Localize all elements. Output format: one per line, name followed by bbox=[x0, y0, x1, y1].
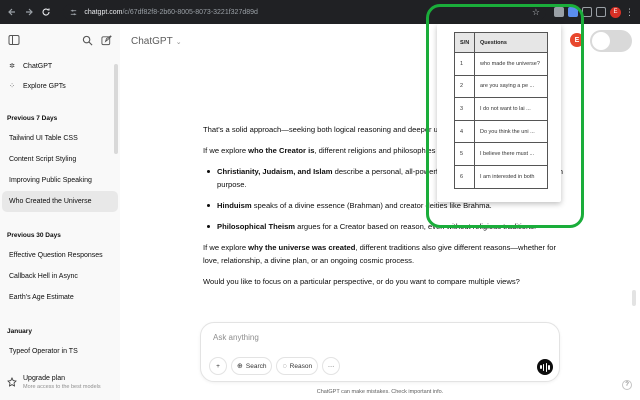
composer[interactable]: Ask anything + ⊕ Search ◌ Reason ··· bbox=[200, 322, 560, 382]
history-item[interactable]: Callback Hell in Async bbox=[2, 266, 118, 287]
search-icon[interactable] bbox=[82, 35, 93, 46]
sidebar-item-chatgpt[interactable]: ✲ ChatGPT bbox=[0, 56, 120, 76]
upgrade-title: Upgrade plan bbox=[23, 375, 66, 382]
chatgpt-logo-icon: ✲ bbox=[9, 63, 15, 70]
history-item[interactable]: Typeof Operator in TS bbox=[2, 341, 118, 362]
reason-button[interactable]: ◌ Reason bbox=[276, 357, 319, 375]
history-item-selected[interactable]: Who Created the Universe bbox=[2, 191, 118, 212]
site-info-icon[interactable] bbox=[69, 8, 78, 17]
sidebar-toggle-icon[interactable] bbox=[8, 34, 20, 46]
browser-menu-icon[interactable]: ⋮ bbox=[625, 7, 634, 18]
chevron-down-icon: ⌄ bbox=[175, 38, 182, 46]
section-title: Previous 30 Days bbox=[7, 231, 61, 239]
sidebar-item-label: ChatGPT bbox=[23, 62, 53, 70]
upgrade-plan-button[interactable]: Upgrade plan More access to the best mod… bbox=[0, 371, 120, 392]
history-item[interactable]: Improving Public Speaking bbox=[2, 170, 118, 191]
message-paragraph: Would you like to focus on a particular … bbox=[203, 277, 520, 286]
new-chat-icon[interactable] bbox=[101, 34, 112, 46]
url-host: chatgpt.com bbox=[84, 8, 123, 16]
search-button[interactable]: ⊕ Search bbox=[231, 357, 273, 375]
globe-icon: ⊕ bbox=[237, 363, 243, 370]
ellipsis-icon: ··· bbox=[327, 362, 335, 370]
highlight-annotation bbox=[426, 4, 584, 228]
history-item[interactable]: Effective Question Responses bbox=[2, 245, 118, 266]
plus-icon: + bbox=[216, 362, 220, 370]
history-item[interactable]: Content Script Styling bbox=[2, 149, 118, 170]
sidebar-item-explore-gpts[interactable]: ⁘ Explore GPTs bbox=[0, 76, 120, 96]
upgrade-icon bbox=[7, 377, 17, 387]
section-title: January bbox=[7, 327, 32, 335]
upgrade-subtitle: More access to the best models bbox=[23, 384, 101, 390]
forward-icon[interactable] bbox=[23, 5, 35, 19]
sidebar-scrollbar[interactable] bbox=[114, 64, 118, 154]
sidebar: ✲ ChatGPT ⁘ Explore GPTs Previous 7 Days… bbox=[0, 24, 120, 400]
model-name: ChatGPT bbox=[131, 36, 173, 47]
extension-toggle[interactable] bbox=[590, 30, 632, 52]
help-icon[interactable]: ? bbox=[622, 380, 632, 390]
reload-icon[interactable] bbox=[40, 5, 52, 19]
model-selector[interactable]: ChatGPT ⌄ bbox=[131, 36, 182, 47]
prompt-input[interactable]: Ask anything bbox=[213, 333, 259, 342]
url-path: /c/67df82f8-2b60-8005-8073-3221f327d89d bbox=[122, 8, 258, 16]
back-icon[interactable] bbox=[6, 5, 18, 19]
voice-mode-button[interactable] bbox=[537, 359, 553, 375]
side-panel-icon[interactable] bbox=[595, 7, 606, 17]
lightbulb-icon: ◌ bbox=[282, 362, 287, 370]
message-paragraph: If we explore why the universe was creat… bbox=[203, 243, 557, 265]
main-scrollbar[interactable] bbox=[632, 290, 636, 306]
toggle-knob bbox=[592, 32, 610, 50]
grid-icon: ⁘ bbox=[9, 83, 15, 90]
disclaimer: ChatGPT can make mistakes. Check importa… bbox=[316, 389, 444, 395]
history-item[interactable]: Earth's Age Estimate bbox=[2, 287, 118, 308]
attach-button[interactable]: + bbox=[209, 357, 227, 375]
history-item[interactable]: Tailwind UI Table CSS bbox=[2, 128, 118, 149]
more-button[interactable]: ··· bbox=[322, 357, 341, 375]
section-title: Previous 7 Days bbox=[7, 114, 58, 122]
profile-avatar[interactable]: E bbox=[609, 6, 621, 18]
sidebar-item-label: Explore GPTs bbox=[23, 82, 66, 90]
